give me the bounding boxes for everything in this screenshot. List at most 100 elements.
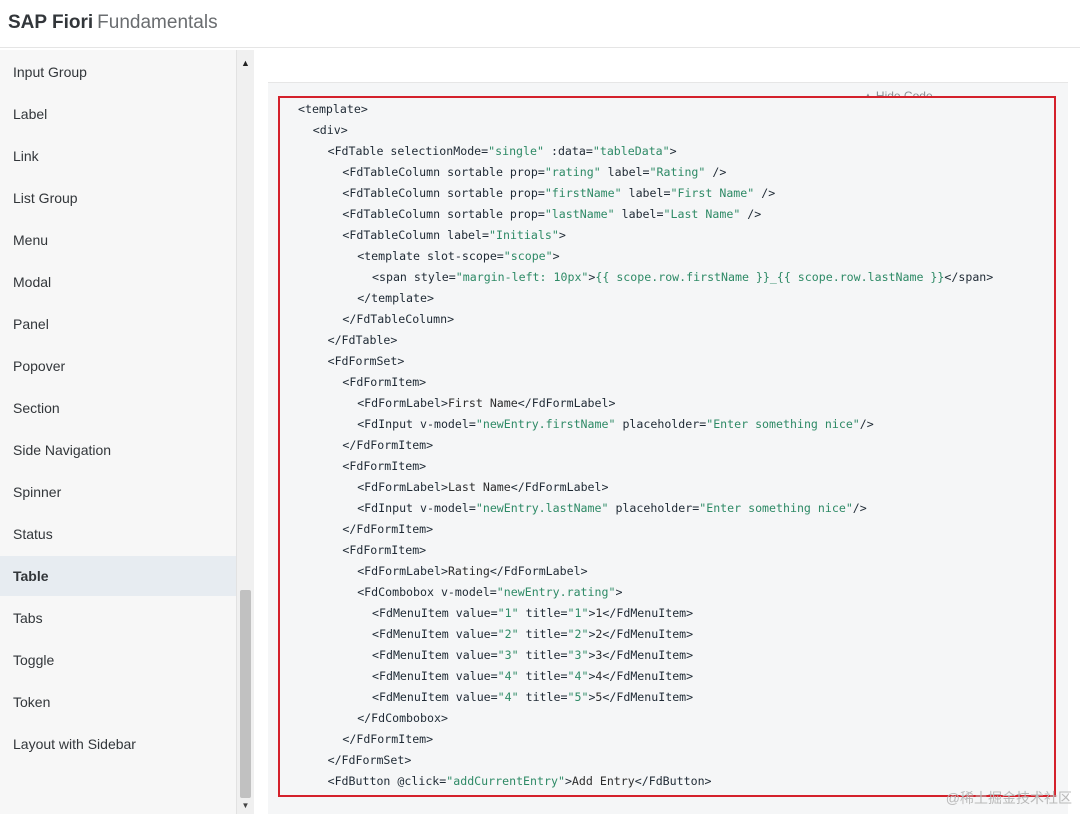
code-token-tag: <FdFormItem> <box>342 543 427 557</box>
sidebar-item-layout-with-sidebar[interactable]: Layout with Sidebar <box>0 724 236 764</box>
sidebar-item-toggle[interactable]: Toggle <box>0 640 236 680</box>
code-token-tag: </FdFormItem> <box>342 732 434 746</box>
code-token-string: "Last Name" <box>663 207 741 221</box>
code-line: <FdInput v-model="newEntry.lastName" pla… <box>357 498 867 519</box>
code-token-attr: title= <box>518 669 568 683</box>
sidebar-item-status[interactable]: Status <box>0 514 236 554</box>
code-token-tag: <FdMenuItem <box>372 648 449 662</box>
code-token-tag: </FdCombobox> <box>357 711 448 725</box>
code-line: <FdTable selectionMode="single" :data="t… <box>328 141 677 162</box>
sidebar-item-side-navigation[interactable]: Side Navigation <box>0 430 236 470</box>
code-line: <template> <box>298 99 368 120</box>
code-token-attr: title= <box>518 606 568 620</box>
sidebar-item-table[interactable]: Table <box>0 556 236 596</box>
code-token-string: "scope" <box>503 249 553 263</box>
code-line: <FdTableColumn sortable prop="rating" la… <box>342 162 726 183</box>
code-token-tag: <FdInput <box>357 417 414 431</box>
code-token-tag: <FdFormItem> <box>342 459 427 473</box>
code-token-attr: value= <box>448 606 498 620</box>
code-token-string: "newEntry.firstName" <box>475 417 616 431</box>
code-token-tag: </FdMenuItem> <box>602 648 694 662</box>
sidebar-item-input-group[interactable]: Input Group <box>0 52 236 92</box>
code-token-string: "4" <box>497 690 519 704</box>
code-line: <FdFormItem> <box>342 540 426 561</box>
code-token-string: "3" <box>567 648 589 662</box>
code-token-tag: <FdFormLabel> <box>357 480 448 494</box>
code-line: <FdMenuItem value="3" title="3">3</FdMen… <box>372 645 693 666</box>
code-token-tag: <FdTableColumn <box>342 207 441 221</box>
code-token-text: First Name <box>447 396 518 410</box>
code-token-attr: v-model= <box>433 585 497 599</box>
code-token-tag: <FdMenuItem <box>372 627 449 641</box>
code-token-tag: <FdMenuItem <box>372 690 449 704</box>
code-token-string: "Enter something nice" <box>706 417 860 431</box>
code-token-attr: style= <box>406 270 456 284</box>
code-token-tag: <FdTableColumn <box>342 165 441 179</box>
app-header: SAP Fiori Fundamentals <box>0 0 1080 48</box>
sidebar-item-panel[interactable]: Panel <box>0 304 236 344</box>
code-line: </template> <box>357 288 434 309</box>
code-token-string: "4" <box>497 669 519 683</box>
code-token-tag: /> <box>754 186 776 200</box>
code-line: <FdButton @click="addCurrentEntry">Add E… <box>328 771 712 792</box>
scroll-up-arrow-icon[interactable]: ▲ <box>237 56 254 70</box>
sidebar-item-menu[interactable]: Menu <box>0 220 236 260</box>
code-token-tag: <FdMenuItem <box>372 669 449 683</box>
sidebar-nav-list: Input Group Label Link List Group Menu Modal P… <box>0 50 236 814</box>
code-token-tag: /> <box>859 417 874 431</box>
code-token-tag: <FdTableColumn <box>342 228 441 242</box>
scroll-thumb[interactable] <box>240 590 251 798</box>
sidebar-item-link[interactable]: Link <box>0 136 236 176</box>
code-token-string: "newEntry.rating" <box>496 585 616 599</box>
code-token-attr: slot-scope= <box>420 249 504 263</box>
sidebar-item-popover[interactable]: Popover <box>0 346 236 386</box>
scroll-down-arrow-icon[interactable]: ▼ <box>237 800 254 812</box>
code-token-attr: placeholder= <box>615 417 707 431</box>
sidebar-item-modal[interactable]: Modal <box>0 262 236 302</box>
sidebar: Input Group Label Link List Group Menu Modal P… <box>0 50 256 814</box>
code-token-tag: </template> <box>357 291 434 305</box>
code-token-string: "Enter something nice" <box>699 501 853 515</box>
code-line: <FdCombobox v-model="newEntry.rating"> <box>357 582 622 603</box>
code-line: <FdMenuItem value="2" title="2">2</FdMen… <box>372 624 693 645</box>
code-token-tag: <FdTableColumn <box>342 186 441 200</box>
sidebar-item-label[interactable]: Label <box>0 94 236 134</box>
sidebar-item-list-group[interactable]: List Group <box>0 178 236 218</box>
code-token-tag: > <box>558 228 566 242</box>
code-token-tag: <FdInput <box>357 501 414 515</box>
app-title[interactable]: SAP Fiori Fundamentals <box>8 12 218 34</box>
code-block-highlighted[interactable]: <template> <div> <FdTable selectionMode="s… <box>278 96 1056 797</box>
sidebar-item-section[interactable]: Section <box>0 388 236 428</box>
code-token-string: "First Name" <box>670 186 755 200</box>
code-line: </FdTableColumn> <box>342 309 454 330</box>
code-line: <span style="margin-left: 10px">{{ scope… <box>372 267 993 288</box>
code-token-attr: sortable prop= <box>440 207 545 221</box>
code-token-tag: </FdFormLabel> <box>517 396 616 410</box>
code-token-tag: </FdFormItem> <box>342 522 434 536</box>
sidebar-scrollbar[interactable]: ▲ ▼ <box>236 50 254 814</box>
code-token-string: "1" <box>497 606 519 620</box>
code-token-tag: <FdFormLabel> <box>357 396 448 410</box>
sidebar-item-tabs[interactable]: Tabs <box>0 598 236 638</box>
code-line: <FdFormItem> <box>342 456 426 477</box>
sidebar-item-token[interactable]: Token <box>0 682 236 722</box>
watermark: @稀土掘金技术社区 <box>945 790 1072 806</box>
code-token-tag: </span> <box>944 270 994 284</box>
code-token-tag: </FdFormLabel> <box>489 564 588 578</box>
code-token-tag: </div> <box>313 795 355 797</box>
code-token-attr: value= <box>448 648 498 662</box>
code-token-string: "2" <box>497 627 519 641</box>
code-token-tag: </FdFormLabel> <box>510 480 609 494</box>
code-token-attr: value= <box>448 669 498 683</box>
code-token-tag: <div> <box>312 123 348 137</box>
code-line: <FdTableColumn sortable prop="lastName" … <box>342 204 761 225</box>
code-token-tag: <FdFormSet> <box>327 354 405 368</box>
code-token-attr: :data= <box>543 144 593 158</box>
code-token-tag: /> <box>705 165 727 179</box>
code-token-string: "rating" <box>544 165 601 179</box>
sidebar-item-spinner[interactable]: Spinner <box>0 472 236 512</box>
code-token-string: "tableData" <box>592 144 670 158</box>
code-line: <template slot-scope="scope"> <box>357 246 559 267</box>
code-token-tag: <template> <box>298 102 368 116</box>
code-token-tag: <FdCombobox <box>357 585 434 599</box>
